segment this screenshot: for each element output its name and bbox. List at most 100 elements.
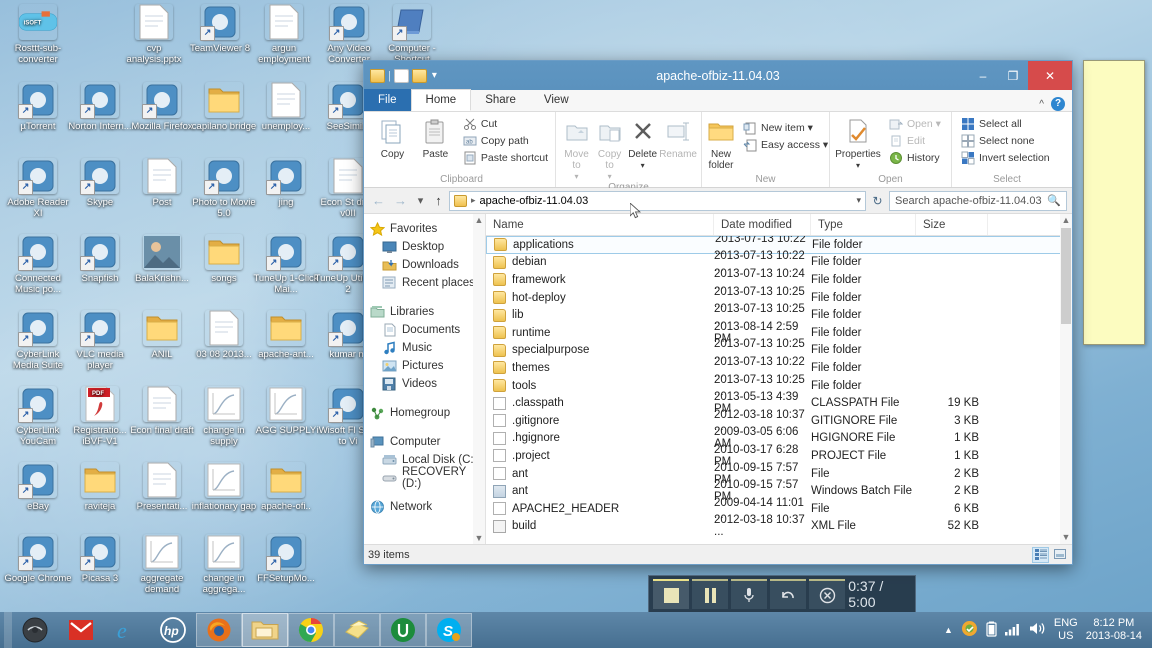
tab-view[interactable]: View xyxy=(530,89,583,111)
taskbar-start-orb[interactable] xyxy=(12,613,58,647)
desktop-icon[interactable]: CyberLink Media Suite xyxy=(4,310,72,371)
desktop-icon[interactable]: argun employment xyxy=(250,4,318,65)
navpane-section-homegroup[interactable]: Homegroup xyxy=(368,404,485,422)
copy-to-caret[interactable]: ▾ xyxy=(608,171,612,182)
navpane-scroll-up-icon[interactable]: ▲ xyxy=(473,214,485,226)
desktop-icon[interactable]: Norton Intern... xyxy=(66,82,134,132)
column-header-date[interactable]: Date modified xyxy=(714,214,811,235)
navpane-scrollbar[interactable]: ▲ ▼ xyxy=(473,214,485,544)
title-bar[interactable]: | ▾ apache-ofbiz-11.04.03 – ❐ ✕ xyxy=(364,61,1072,90)
desktop-icon[interactable]: Presentati... xyxy=(128,462,196,512)
invert-selection-button[interactable]: Invert selection xyxy=(958,149,1053,166)
desktop-icon[interactable]: Computer - Shortcut xyxy=(378,4,446,65)
tab-file[interactable]: File xyxy=(364,89,411,111)
desktop-icon[interactable]: FFSetupMo... xyxy=(252,534,320,584)
desktop-icon[interactable]: eBay xyxy=(4,462,72,512)
up-button[interactable]: ↑ xyxy=(431,191,446,210)
desktop-icon[interactable]: Photo to Movie 5.0 xyxy=(190,158,258,219)
history-button[interactable]: History xyxy=(886,149,944,166)
tab-share[interactable]: Share xyxy=(471,89,530,111)
desktop-icon[interactable]: Google Chrome xyxy=(4,534,72,584)
navpane-section-computer[interactable]: Computer xyxy=(368,433,485,451)
new-folder-button[interactable]: New folder xyxy=(706,115,736,171)
details-view-button[interactable] xyxy=(1032,546,1049,563)
language-indicator[interactable]: ENG US xyxy=(1054,617,1078,643)
column-header-size[interactable]: Size xyxy=(916,214,988,235)
collapse-ribbon-icon[interactable]: ^ xyxy=(1039,99,1044,110)
copy-to-button[interactable]: Copy to ▾ xyxy=(593,115,626,182)
navpane-item-recent-places[interactable]: Recent places xyxy=(368,274,485,292)
taskbar-skype-icon[interactable]: S xyxy=(426,613,472,647)
desktop-icon[interactable]: raviteja xyxy=(66,462,134,512)
navpane-item-pictures[interactable]: Pictures xyxy=(368,357,485,375)
desktop-icon[interactable]: unemploy... xyxy=(252,82,320,132)
new-item-button[interactable]: New item ▾ xyxy=(740,119,831,136)
clock[interactable]: 8:12 PM 2013-08-14 xyxy=(1086,617,1142,643)
navpane-item-documents[interactable]: Documents xyxy=(368,321,485,339)
navpane-section-libraries[interactable]: Libraries xyxy=(368,303,485,321)
desktop-icon[interactable]: VLC media player xyxy=(66,310,134,371)
desktop-icon[interactable]: Econ final draft xyxy=(128,386,196,436)
desktop-icon[interactable]: apache-ofi.. xyxy=(252,462,320,512)
delete-button[interactable]: Delete ▾ xyxy=(626,115,659,171)
column-header-name[interactable]: Name xyxy=(486,214,714,235)
taskbar-gmail-icon[interactable] xyxy=(58,613,104,647)
sticky-note-panel[interactable] xyxy=(1083,60,1145,345)
select-none-button[interactable]: Select none xyxy=(958,132,1053,149)
taskbar-utorrent-icon[interactable] xyxy=(380,613,426,647)
show-hidden-icons-button[interactable]: ▲ xyxy=(944,625,953,635)
desktop-icon[interactable]: Skype xyxy=(66,158,134,208)
desktop-icon[interactable]: TuneUp 1-Click Mai... xyxy=(252,234,320,295)
navpane-item-videos[interactable]: Videos xyxy=(368,375,485,393)
desktop-icon[interactable]: PDF Registratio... iBVF-V1 xyxy=(66,386,134,447)
desktop-icon[interactable]: jing xyxy=(252,158,320,208)
close-button[interactable]: ✕ xyxy=(1028,61,1072,90)
breadcrumb-path[interactable]: apache-ofbiz-11.04.03 xyxy=(480,195,589,207)
antivirus-tray-icon[interactable] xyxy=(961,620,978,640)
desktop-icon[interactable]: aggregate demand xyxy=(128,534,196,595)
desktop-icon[interactable]: Snapfish xyxy=(66,234,134,284)
list-scroll-down-icon[interactable]: ▼ xyxy=(1060,531,1072,544)
desktop-icon[interactable]: BalaKrishn... xyxy=(128,234,196,284)
pause-button[interactable] xyxy=(692,579,729,609)
copy-button[interactable]: Copy xyxy=(372,115,413,160)
desktop-icon[interactable]: songs xyxy=(190,234,258,284)
desktop-icon[interactable]: TeamViewer 8 xyxy=(186,4,254,54)
navpane-section-network[interactable]: Network xyxy=(368,498,485,516)
desktop-icon[interactable]: ANIL xyxy=(128,310,196,360)
qat-dropdown-icon[interactable]: ▾ xyxy=(432,70,437,81)
desktop-icon[interactable]: Mozilla Firefox xyxy=(128,82,196,132)
taskbar-file-explorer-icon[interactable] xyxy=(242,613,288,647)
taskbar-hp-icon[interactable]: hp xyxy=(150,613,196,647)
desktop-icon[interactable]: Picasa 3 xyxy=(66,534,134,584)
address-dropdown-icon[interactable]: ▾ xyxy=(856,195,861,206)
minimize-button[interactable]: – xyxy=(968,61,998,90)
desktop-icon[interactable]: cvp analysis.pptx xyxy=(120,4,188,65)
move-to-caret[interactable]: ▾ xyxy=(575,171,579,182)
undo-button[interactable] xyxy=(770,579,807,609)
desktop-icon[interactable]: 03 08 2013... xyxy=(190,310,258,360)
desktop-icon[interactable]: Connected Music po... xyxy=(4,234,72,295)
file-row[interactable]: build 2012-03-18 10:37 ... XML File 52 KB xyxy=(486,514,1072,538)
open-button[interactable]: Open ▾ xyxy=(886,115,944,132)
desktop-icon[interactable]: apache-ant... xyxy=(252,310,320,360)
copy-path-button[interactable]: ab Copy path xyxy=(460,132,551,149)
navpane-scroll-down-icon[interactable]: ▼ xyxy=(473,532,485,544)
desktop-icon[interactable]: change in aggrega... xyxy=(190,534,258,595)
recent-locations-button[interactable]: ▾ xyxy=(413,191,428,210)
desktop-icon[interactable]: AGG SUPPLY xyxy=(252,386,320,436)
list-scroll-thumb[interactable] xyxy=(1061,228,1071,324)
navpane-item-recovery-d[interactable]: RECOVERY (D:) xyxy=(368,466,485,490)
desktop-icon[interactable]: change in supply xyxy=(190,386,258,447)
taskbar-internet-explorer-icon[interactable]: e xyxy=(104,613,150,647)
file-list-scrollbar[interactable]: ▲ ▼ xyxy=(1060,214,1072,544)
desktop-icon[interactable]: inflationary gap xyxy=(190,462,258,512)
search-box[interactable]: Search apache-ofbiz-11.04.03 🔍 xyxy=(889,190,1067,211)
properties-qat-icon[interactable] xyxy=(370,68,385,83)
help-icon[interactable]: ? xyxy=(1051,97,1065,111)
back-button[interactable]: ← xyxy=(369,191,388,210)
address-bar[interactable]: ▸ apache-ofbiz-11.04.03 ▾ xyxy=(449,190,866,211)
desktop-icon[interactable]: µTorrent xyxy=(4,82,72,132)
folder-qat-icon[interactable] xyxy=(411,68,427,83)
taskbar-chrome-icon[interactable] xyxy=(288,613,334,647)
